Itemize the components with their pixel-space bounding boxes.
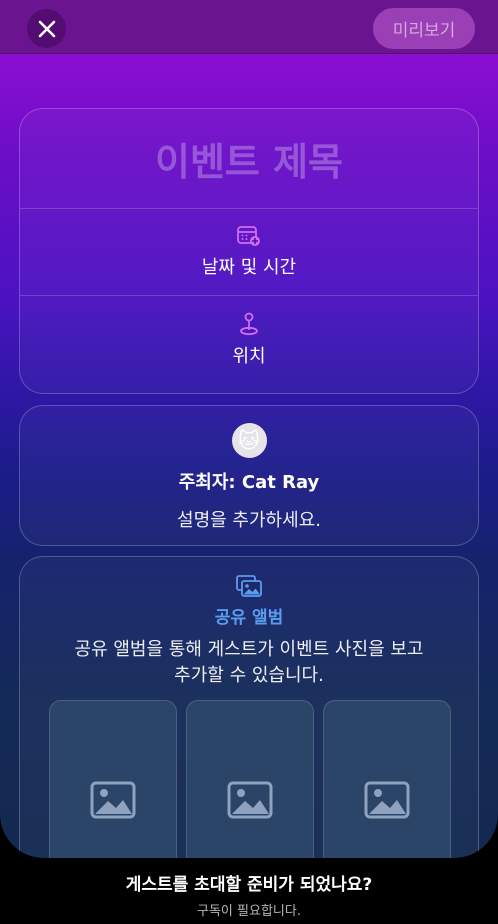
description-line-2: 추가할 수 있습니다.: [174, 665, 324, 686]
shared-album-title: 공유 앨범: [214, 608, 284, 628]
date-time-label: 날짜 및 시간: [201, 257, 297, 278]
subscription-note: 구독이 필요합니다.: [197, 904, 301, 919]
image-placeholder-icon: [227, 781, 273, 819]
album-tile[interactable]: [323, 700, 451, 858]
image-placeholder-icon: [90, 781, 136, 819]
close-button[interactable]: [27, 9, 66, 48]
top-bar: 미리보기: [0, 0, 498, 54]
album-tile[interactable]: [49, 700, 177, 858]
photo-album-icon: [236, 575, 262, 597]
shared-album-description: 공유 앨범을 통해 게스트가 이벤트 사진을 보고 추가할 수 있습니다.: [75, 637, 424, 689]
event-title-input[interactable]: 이벤트 제목: [20, 109, 478, 209]
description-input[interactable]: 설명을 추가하세요.: [177, 506, 321, 532]
location-label: 위치: [232, 345, 266, 367]
event-editor-screen: 미리보기 이벤트 제목 날짜 및 시간 위치 🐱 주최자: Cat Ray 설명…: [0, 0, 498, 858]
calendar-add-icon: [237, 226, 260, 246]
image-placeholder-icon: [364, 781, 410, 819]
preview-button[interactable]: 미리보기: [373, 8, 475, 49]
host-avatar: 🐱: [231, 423, 267, 458]
event-details-card: 이벤트 제목 날짜 및 시간 위치: [19, 108, 479, 394]
shared-album-card: 공유 앨범 공유 앨범을 통해 게스트가 이벤트 사진을 보고 추가할 수 있습…: [19, 556, 479, 858]
location-field[interactable]: 위치: [20, 296, 478, 383]
album-tile[interactable]: [186, 700, 314, 858]
close-icon: [38, 20, 55, 37]
date-time-field[interactable]: 날짜 및 시간: [20, 209, 478, 296]
album-tiles: [49, 700, 451, 858]
description-line-1: 공유 앨범을 통해 게스트가 이벤트 사진을 보고: [74, 639, 424, 660]
location-pin-icon: [240, 312, 258, 335]
invite-question: 게스트를 초대할 준비가 되었나요?: [125, 875, 373, 895]
host-name: 주최자: Cat Ray: [178, 472, 320, 493]
host-card[interactable]: 🐱 주최자: Cat Ray 설명을 추가하세요.: [19, 405, 479, 546]
invite-footer: 게스트를 초대할 준비가 되었나요? 구독이 필요합니다.: [0, 858, 498, 924]
